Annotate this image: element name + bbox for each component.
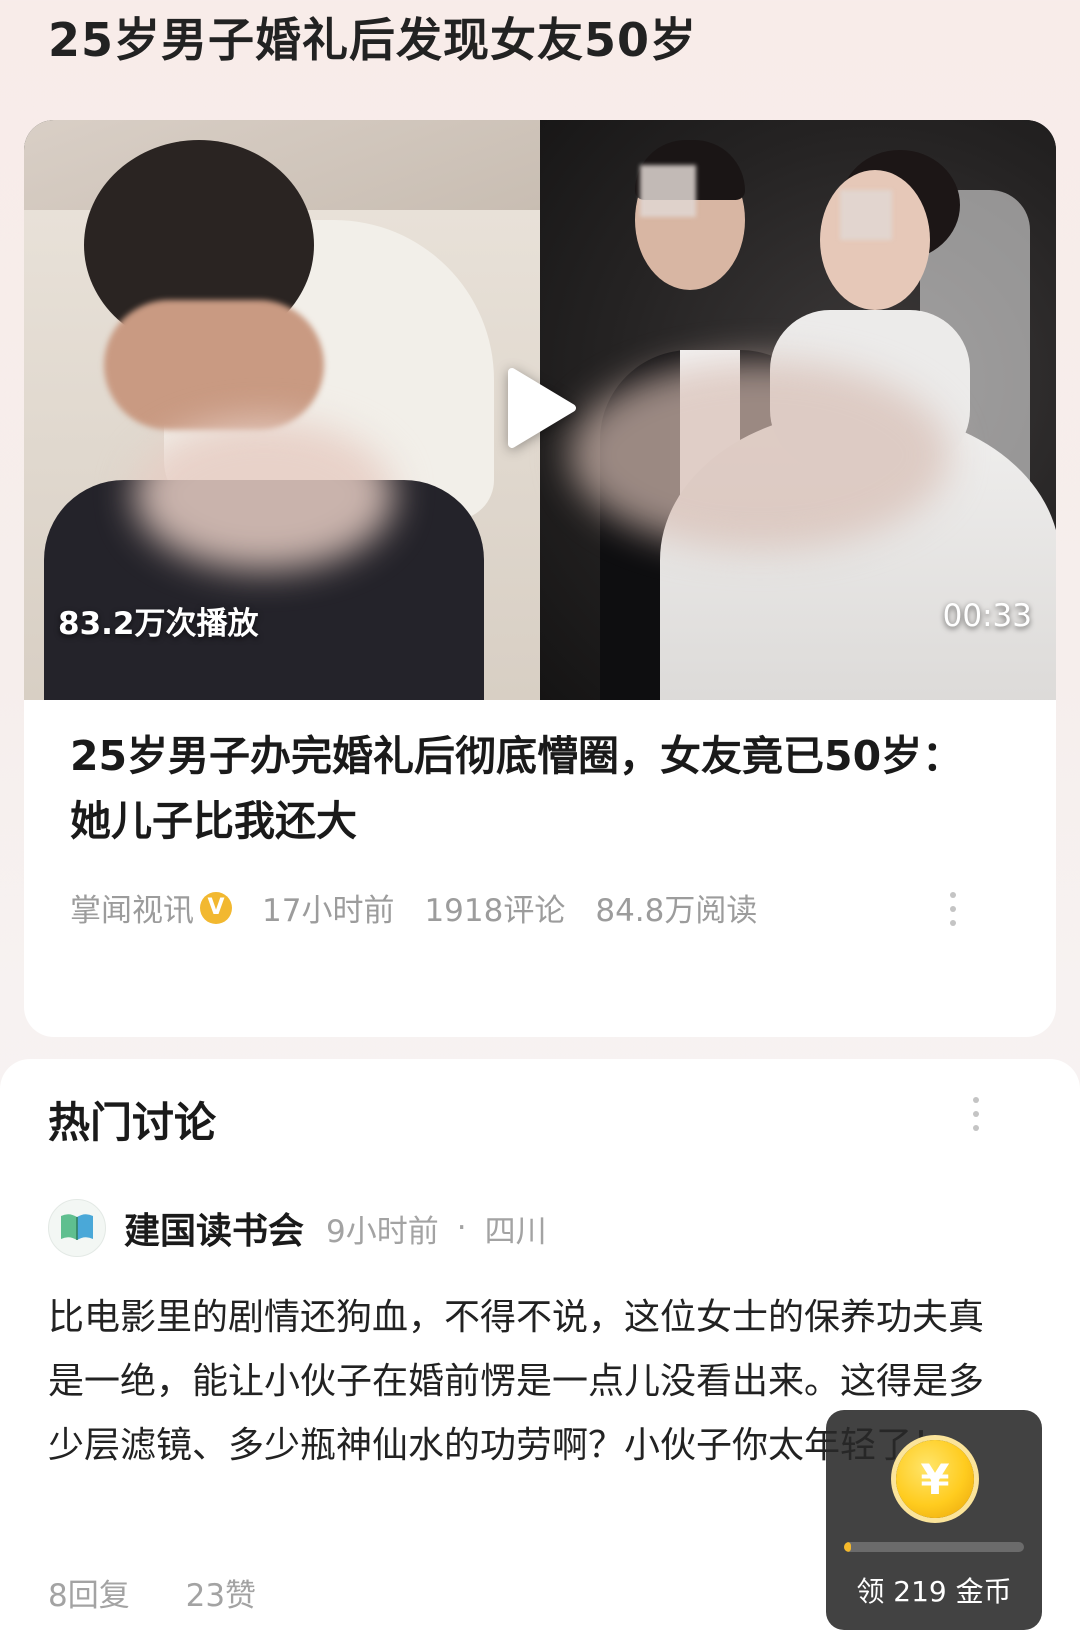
video-meta: 掌闻视讯 V 17小时前 1918评论 84.8万阅读: [70, 885, 757, 930]
comment-author[interactable]: 建国读书会: [124, 1202, 304, 1254]
like-count[interactable]: 23赞: [186, 1578, 256, 1614]
avatar[interactable]: [48, 1199, 106, 1257]
verified-badge-icon: V: [200, 891, 232, 924]
coin-progress-bar: [844, 1542, 1024, 1552]
coin-reward-label: 领 219 金币: [856, 1575, 1012, 1608]
coin-progress-fill: [844, 1542, 852, 1552]
video-duration: 00:33: [942, 598, 1032, 634]
coin-reward-widget[interactable]: ¥ 领 219 金币: [826, 1410, 1042, 1630]
source-name-wrap[interactable]: 掌闻视讯 V: [70, 885, 232, 930]
read-count: 84.8万阅读: [595, 893, 758, 929]
section-title: 热门讨论: [48, 1098, 217, 1147]
more-vertical-icon[interactable]: [947, 892, 959, 926]
play-icon[interactable]: [492, 360, 588, 456]
comment-count: 1918评论: [424, 893, 566, 929]
comment-header: 建国读书会 9小时前 · 四川: [48, 1199, 547, 1257]
reply-count[interactable]: 8回复: [48, 1578, 130, 1614]
comment-actions: 8回复 23赞: [48, 1570, 256, 1615]
video-thumbnail[interactable]: 83.2万次播放 00:33: [24, 120, 1056, 700]
source-name[interactable]: 掌闻视讯: [70, 885, 194, 930]
coin-icon: ¥: [896, 1440, 974, 1518]
page-title: 25岁男子婚礼后发现女友50岁: [48, 13, 698, 67]
more-vertical-icon[interactable]: [970, 1097, 982, 1131]
video-title[interactable]: 25岁男子办完婚礼后彻底懵圈，女友竟已50岁：她儿子比我还大: [70, 724, 990, 854]
view-count: 83.2万次播放: [58, 606, 259, 642]
meta-separator: ·: [456, 1210, 467, 1246]
comment-location: 四川: [484, 1213, 547, 1250]
comment-time: 9小时前: [326, 1213, 439, 1250]
publish-time: 17小时前: [262, 893, 395, 929]
video-card[interactable]: 83.2万次播放 00:33 25岁男子办完婚礼后彻底懵圈，女友竟已50岁：她儿…: [24, 120, 1056, 1037]
book-icon: [61, 1214, 93, 1240]
